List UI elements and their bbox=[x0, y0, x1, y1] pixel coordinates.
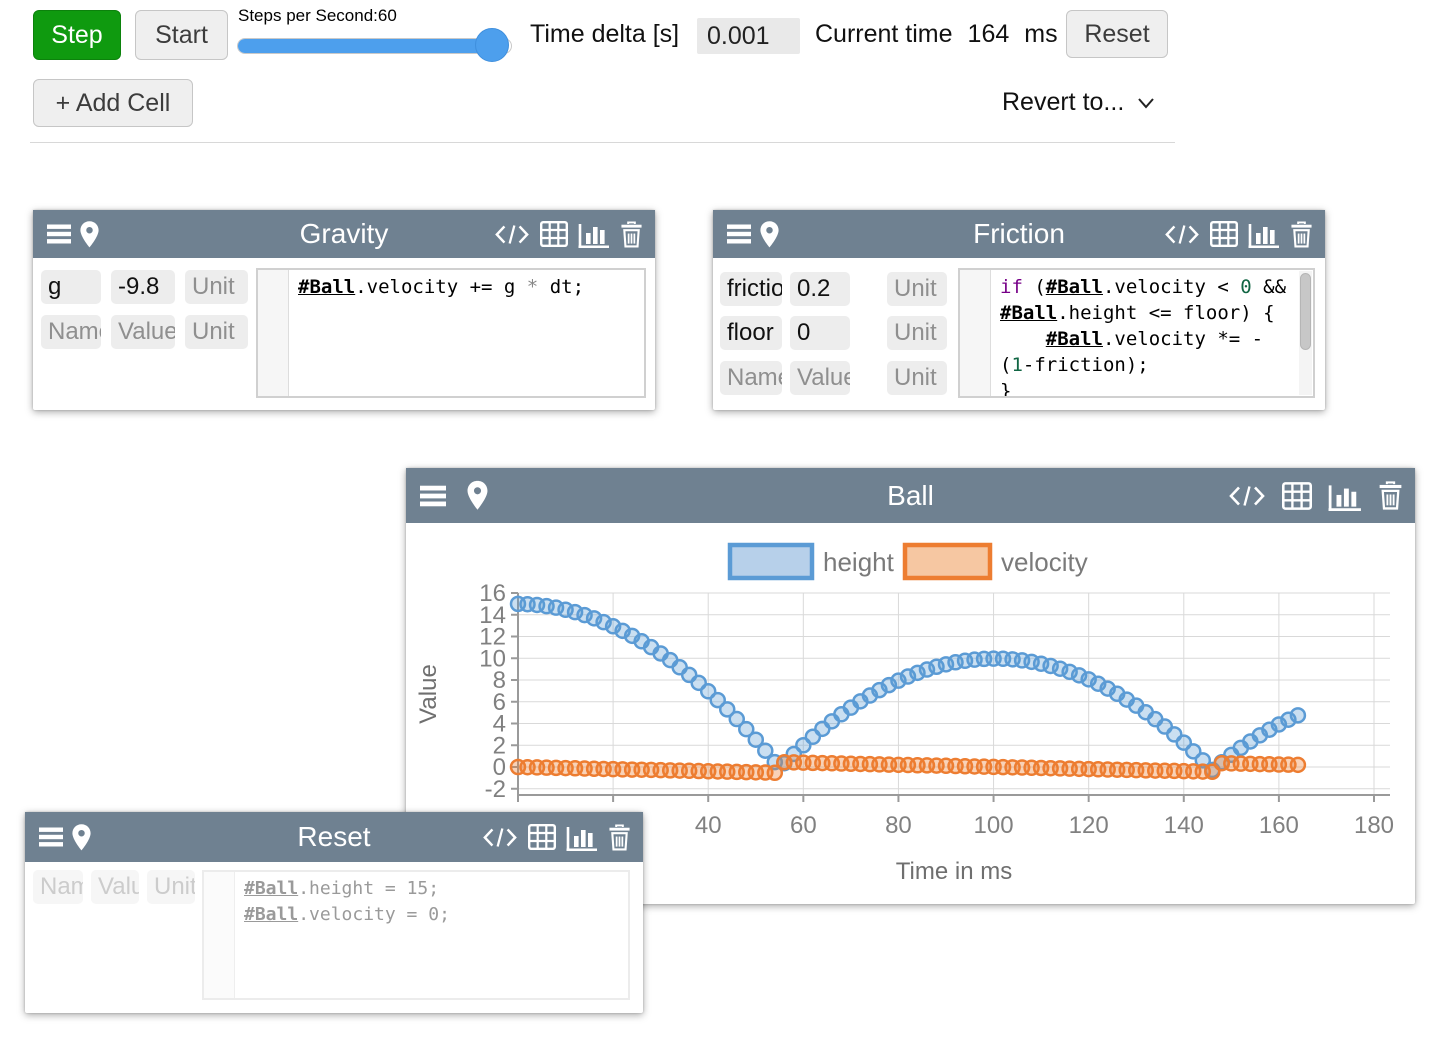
svg-text:Value: Value bbox=[415, 664, 442, 724]
revert-label: Revert to... bbox=[1002, 88, 1124, 117]
time-delta-label: Time delta [s] bbox=[530, 20, 679, 49]
menu-icon[interactable] bbox=[418, 483, 448, 509]
var-unit-input[interactable]: Unit bbox=[185, 315, 248, 349]
cell-reset: Reset Name Value Unit #Ball.height = 15;… bbox=[25, 812, 643, 1013]
var-unit-input[interactable]: Unit bbox=[185, 270, 248, 304]
current-time-label: Current time bbox=[815, 20, 953, 49]
svg-text:40: 40 bbox=[695, 812, 722, 839]
friction-code-editor[interactable]: if (#Ball.velocity < 0 &&#Ball.height <=… bbox=[958, 268, 1315, 398]
var-value-input[interactable]: -9.8 bbox=[111, 270, 175, 304]
gravity-code-editor[interactable]: #Ball.velocity += g * dt; bbox=[256, 268, 646, 398]
code-content[interactable]: if (#Ball.velocity < 0 &&#Ball.height <=… bbox=[1000, 274, 1297, 396]
svg-text:80: 80 bbox=[885, 812, 912, 839]
location-pin-icon[interactable] bbox=[466, 480, 489, 511]
trash-icon[interactable] bbox=[1290, 221, 1313, 248]
svg-text:velocity: velocity bbox=[1001, 547, 1088, 577]
reset-cell-header[interactable]: Reset bbox=[25, 812, 643, 862]
scrollbar-thumb[interactable] bbox=[1300, 273, 1311, 350]
cell-gravity: Gravity g -9.8 Unit Name Value Unit #Bal… bbox=[33, 210, 655, 410]
var-value-input[interactable]: 0 bbox=[790, 316, 850, 350]
var-name-input[interactable]: Name bbox=[33, 870, 83, 904]
current-time: Current time 164 ms bbox=[815, 20, 1058, 49]
var-unit-input[interactable]: Unit bbox=[887, 272, 947, 306]
time-delta-input[interactable] bbox=[697, 18, 800, 54]
app: Step Start Steps per Second:60 Time delt… bbox=[0, 0, 1447, 1044]
start-button[interactable]: Start bbox=[135, 10, 228, 60]
code-gutter bbox=[960, 270, 991, 396]
svg-text:160: 160 bbox=[1259, 812, 1299, 839]
friction-header[interactable]: Friction bbox=[713, 210, 1325, 258]
steps-per-second-slider[interactable] bbox=[237, 38, 512, 54]
var-unit-input[interactable]: Unit bbox=[147, 870, 195, 904]
location-pin-icon[interactable] bbox=[71, 823, 92, 852]
code-view-icon[interactable] bbox=[1164, 223, 1200, 246]
trash-icon[interactable] bbox=[608, 824, 631, 851]
current-time-value: 164 bbox=[968, 20, 1010, 49]
svg-text:120: 120 bbox=[1069, 812, 1109, 839]
chart-view-icon[interactable] bbox=[578, 220, 610, 248]
table-view-icon[interactable] bbox=[1282, 482, 1312, 510]
var-value-input[interactable]: Value bbox=[790, 361, 850, 395]
revert-dropdown[interactable]: Revert to... bbox=[1002, 88, 1156, 117]
chart-view-icon[interactable] bbox=[1248, 220, 1280, 248]
add-cell-button[interactable]: + Add Cell bbox=[33, 79, 193, 127]
reset-code-editor[interactable]: #Ball.height = 15;#Ball.velocity = 0; bbox=[202, 870, 630, 1000]
trash-icon[interactable] bbox=[1378, 481, 1403, 510]
code-view-icon[interactable] bbox=[1228, 484, 1266, 508]
var-name-input[interactable]: g bbox=[41, 270, 101, 304]
svg-text:180: 180 bbox=[1354, 812, 1394, 839]
var-unit-input[interactable]: Unit bbox=[887, 316, 947, 350]
var-name-input[interactable]: Name bbox=[720, 361, 782, 395]
var-name-input[interactable]: friction bbox=[720, 272, 782, 306]
code-content[interactable]: #Ball.height = 15;#Ball.velocity = 0; bbox=[244, 876, 626, 998]
svg-text:60: 60 bbox=[790, 812, 817, 839]
menu-icon[interactable] bbox=[45, 222, 73, 246]
svg-text:Time in ms: Time in ms bbox=[896, 858, 1012, 885]
code-view-icon[interactable] bbox=[494, 223, 530, 246]
menu-icon[interactable] bbox=[37, 825, 65, 849]
step-button[interactable]: Step bbox=[33, 10, 121, 60]
ball-header[interactable]: Ball bbox=[406, 468, 1415, 523]
chevron-down-icon bbox=[1136, 95, 1156, 111]
var-name-input[interactable]: floor bbox=[720, 316, 782, 350]
var-name-input[interactable]: Name bbox=[41, 315, 101, 349]
chart-view-icon[interactable] bbox=[566, 823, 598, 851]
table-view-icon[interactable] bbox=[540, 221, 568, 247]
code-view-icon[interactable] bbox=[482, 826, 518, 849]
svg-text:height: height bbox=[823, 547, 895, 577]
var-value-input[interactable]: Value bbox=[91, 870, 139, 904]
var-value-input[interactable]: Value bbox=[111, 315, 175, 349]
var-value-input[interactable]: 0.2 bbox=[790, 272, 850, 306]
toolbar-divider bbox=[30, 142, 1175, 143]
code-gutter bbox=[258, 270, 289, 396]
svg-text:140: 140 bbox=[1164, 812, 1204, 839]
steps-per-second-label: Steps per Second:60 bbox=[238, 6, 397, 26]
chart-view-icon[interactable] bbox=[1328, 481, 1362, 511]
table-view-icon[interactable] bbox=[1210, 221, 1238, 247]
reset-button[interactable]: Reset bbox=[1066, 10, 1168, 58]
svg-text:100: 100 bbox=[974, 812, 1014, 839]
cell-friction: Friction friction 0.2 Unit floor 0 Unit … bbox=[713, 210, 1325, 410]
current-time-unit: ms bbox=[1024, 20, 1057, 49]
menu-icon[interactable] bbox=[725, 222, 753, 246]
code-scrollbar[interactable] bbox=[1299, 271, 1312, 395]
location-pin-icon[interactable] bbox=[79, 220, 100, 249]
slider-thumb[interactable] bbox=[475, 28, 509, 62]
trash-icon[interactable] bbox=[620, 221, 643, 248]
code-gutter bbox=[204, 872, 235, 998]
table-view-icon[interactable] bbox=[528, 824, 556, 850]
svg-text:16: 16 bbox=[479, 580, 506, 607]
location-pin-icon[interactable] bbox=[759, 220, 780, 249]
code-content[interactable]: #Ball.velocity += g * dt; bbox=[298, 274, 642, 396]
slider-fill bbox=[238, 39, 492, 53]
var-unit-input[interactable]: Unit bbox=[887, 361, 947, 395]
gravity-header[interactable]: Gravity bbox=[33, 210, 655, 258]
